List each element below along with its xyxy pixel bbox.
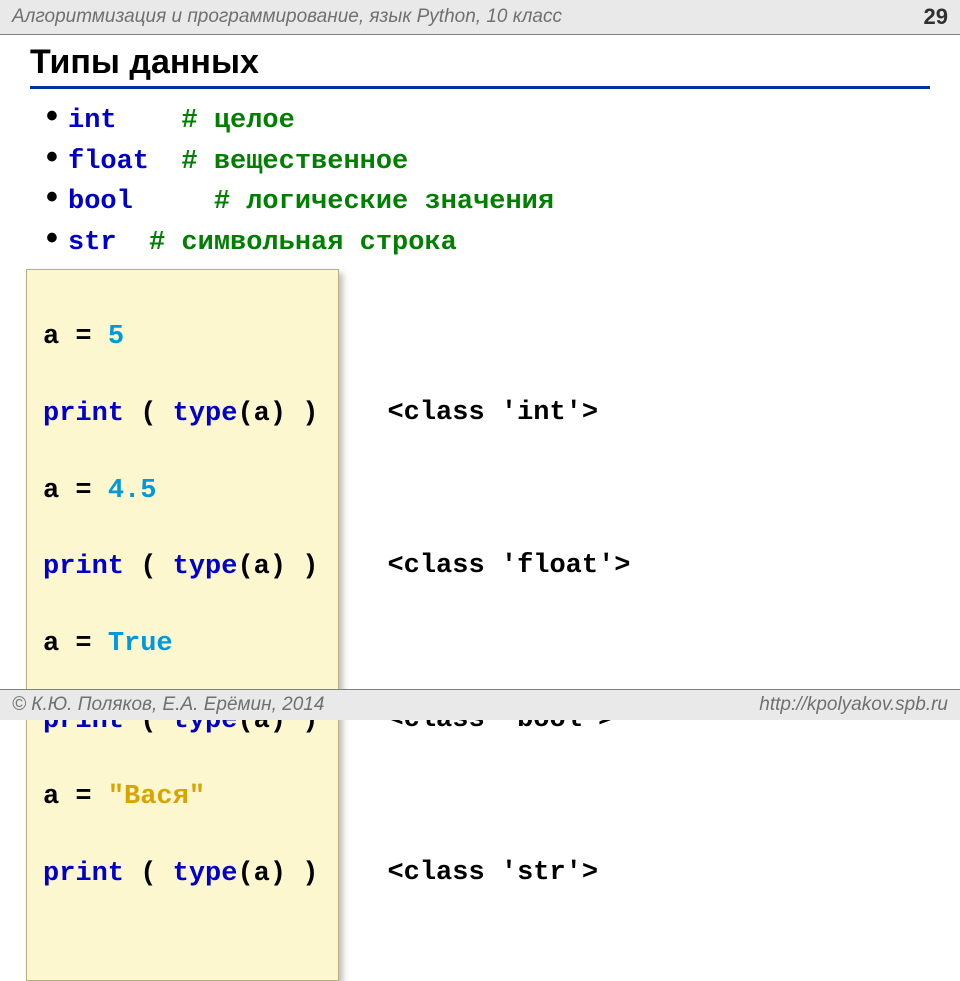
code-line: print ( type(a) ) <box>43 548 318 586</box>
course-label: Алгоритмизация и программирование, язык … <box>12 6 562 28</box>
output-line: <class 'float'> <box>387 547 630 585</box>
example-row: a = 5 print ( type(a) ) a = 4.5 print ( … <box>26 269 930 981</box>
page-number: 29 <box>924 4 948 30</box>
code-line: a = 4.5 <box>43 472 318 510</box>
content-area: int # целое float # вещественное bool # … <box>0 93 960 981</box>
code-box: a = 5 print ( type(a) ) a = 4.5 print ( … <box>26 269 339 981</box>
code-line: a = True <box>43 625 318 663</box>
type-item-int: int # целое <box>46 101 930 142</box>
copyright: © К.Ю. Поляков, Е.А. Ерёмин, 2014 <box>12 694 324 716</box>
output-line: <class 'str'> <box>387 854 630 892</box>
output-line: <class 'int'> <box>387 394 630 432</box>
type-item-str: str # символьная строка <box>46 223 930 264</box>
title-row: Типы данных <box>0 35 960 93</box>
footer-bar: © К.Ю. Поляков, Е.А. Ерёмин, 2014 http:/… <box>0 689 960 720</box>
code-line: a = "Вася" <box>43 778 318 816</box>
slide-title: Типы данных <box>30 43 930 89</box>
header-bar: Алгоритмизация и программирование, язык … <box>0 0 960 35</box>
code-line: a = 5 <box>43 318 318 356</box>
code-line: print ( type(a) ) <box>43 855 318 893</box>
output-column: x <class 'int'> x <class 'float'> x <cla… <box>339 269 630 981</box>
footer-link[interactable]: http://kpolyakov.spb.ru <box>759 694 948 716</box>
type-item-bool: bool # логические значения <box>46 182 930 223</box>
type-item-float: float # вещественное <box>46 142 930 183</box>
type-list: int # целое float # вещественное bool # … <box>46 101 930 263</box>
code-line: print ( type(a) ) <box>43 395 318 433</box>
